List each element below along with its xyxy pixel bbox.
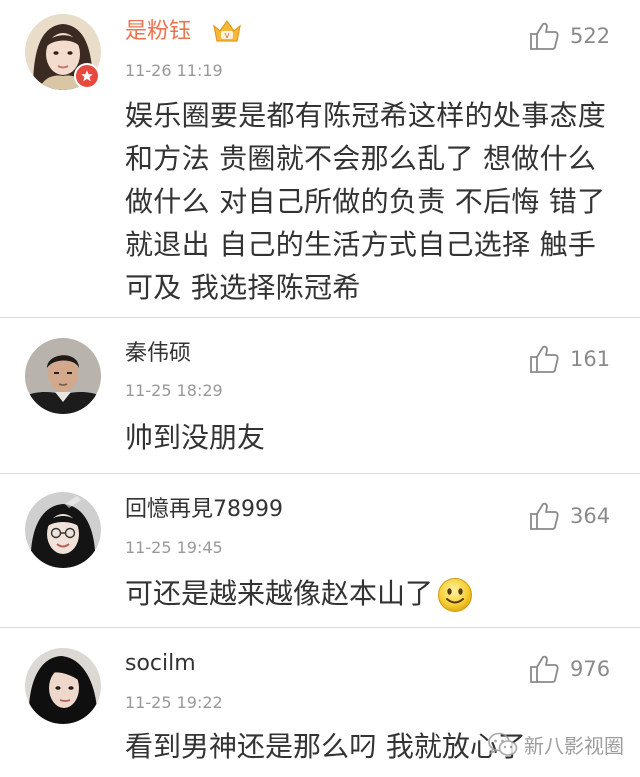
vip-crown-icon: V [212, 17, 242, 45]
svg-text:V: V [225, 32, 230, 40]
like-button[interactable]: 976 [528, 653, 610, 685]
comment-text: 可还是越来越像赵本山了 [125, 572, 620, 615]
wechat-icon [488, 732, 518, 756]
thumbs-up-icon [530, 655, 559, 683]
comment-list: 是粉钰 V 11-26 11:19 522 娱乐圈要是都有陈冠希这样的处事态度和… [0, 0, 640, 777]
username[interactable]: 是粉钰 [125, 18, 191, 46]
avatar[interactable] [25, 648, 101, 724]
smile-emoji-icon [438, 578, 473, 612]
verified-badge-icon [74, 63, 100, 89]
like-count: 976 [570, 657, 611, 681]
comment-time: 11-26 11:19 [125, 61, 223, 80]
like-count: 161 [570, 347, 611, 371]
like-count: 364 [570, 504, 611, 528]
username[interactable]: 秦伟硕 [125, 340, 191, 368]
username[interactable]: 回憶再見78999 [125, 496, 283, 524]
like-button[interactable]: 364 [528, 500, 610, 532]
comment-time: 11-25 19:45 [125, 538, 223, 557]
like-button[interactable]: 161 [528, 343, 610, 375]
thumbs-up-icon [530, 22, 559, 50]
comment-time: 11-25 19:22 [125, 693, 223, 712]
avatar[interactable] [25, 492, 101, 568]
comment-text: 娱乐圈要是都有陈冠希这样的处事态度和方法 贵圈就不会那么乱了 想做什么做什么 对… [125, 99, 607, 304]
watermark-text: 新八影视圈 [524, 734, 624, 758]
comment-item: 回憶再見78999 11-25 19:45 364 可还是越来越像赵本山了 [0, 474, 640, 628]
comment-item: 是粉钰 V 11-26 11:19 522 娱乐圈要是都有陈冠希这样的处事态度和… [0, 0, 640, 318]
avatar[interactable] [25, 338, 101, 414]
comment-text: 帅到没朋友 [125, 421, 266, 454]
username[interactable]: socilm [125, 650, 196, 678]
comment-text-content: 可还是越来越像赵本山了 [125, 577, 434, 610]
thumbs-up-icon [530, 502, 559, 530]
like-count: 522 [570, 24, 611, 48]
comment-time: 11-25 18:29 [125, 381, 223, 400]
watermark: 新八影视圈 [488, 730, 624, 759]
thumbs-up-icon [530, 345, 559, 373]
like-button[interactable]: 522 [528, 20, 610, 52]
comment-item: 秦伟硕 11-25 18:29 161 帅到没朋友 [0, 318, 640, 474]
